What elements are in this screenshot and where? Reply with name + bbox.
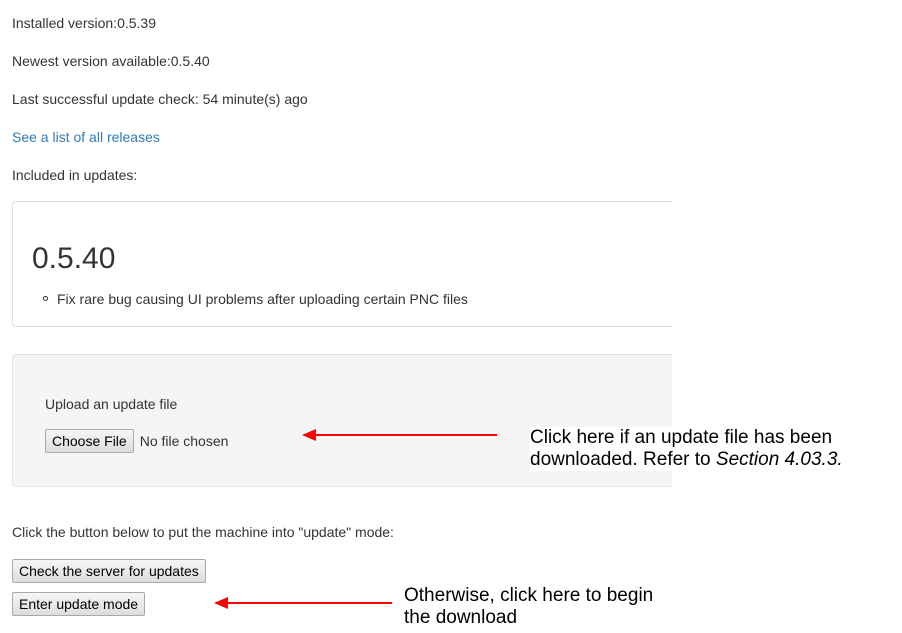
- file-input[interactable]: Choose File No file chosen: [45, 429, 228, 453]
- releases-link[interactable]: See a list of all releases: [12, 128, 160, 146]
- release-panel: 0.5.40 Fix rare bug causing UI problems …: [12, 201, 672, 327]
- enter-mode-annotation: Otherwise, click here to begin the downl…: [404, 585, 744, 629]
- check-server-button[interactable]: Check the server for updates: [12, 559, 206, 583]
- choose-file-button[interactable]: Choose File: [45, 429, 134, 453]
- release-version: 0.5.40: [32, 242, 116, 275]
- enter-mode-annotation-line1: Otherwise, click here to begin: [404, 585, 654, 606]
- newest-version-line: Newest version available:0.5.40: [12, 52, 210, 70]
- left-arrow-icon: [302, 429, 497, 441]
- update-page: Installed version:0.5.39 Newest version …: [0, 0, 902, 633]
- upload-annotation: Click here if an update file has been do…: [530, 427, 902, 471]
- left-arrow-icon: [214, 597, 392, 609]
- included-in-updates-label: Included in updates:: [12, 167, 138, 183]
- upload-annotation-section: Section 4.03.3.: [715, 449, 843, 470]
- file-status-text: No file chosen: [139, 433, 229, 449]
- installed-version-label: Installed version:: [12, 15, 118, 31]
- upload-annotation-line2: downloaded. Refer to Section 4.03.3.: [530, 449, 902, 471]
- enter-mode-annotation-line2: the download: [404, 607, 518, 628]
- newest-version-value: 0.5.40: [170, 53, 210, 69]
- installed-version-line: Installed version:0.5.39: [12, 14, 156, 32]
- release-note-text: Fix rare bug causing UI problems after u…: [57, 291, 468, 307]
- upload-annotation-prefix: downloaded. Refer to: [530, 449, 716, 470]
- release-notes-list: Fix rare bug causing UI problems after u…: [43, 290, 468, 308]
- last-update-check: Last successful update check: 54 minute(…: [12, 91, 308, 107]
- upload-annotation-line1: Click here if an update file has been: [530, 427, 833, 448]
- installed-version-value: 0.5.39: [117, 15, 156, 31]
- circle-bullet-icon: [43, 296, 48, 301]
- newest-version-label: Newest version available:: [12, 53, 171, 69]
- enter-update-mode-button[interactable]: Enter update mode: [12, 592, 146, 616]
- upload-label: Upload an update file: [45, 396, 178, 412]
- update-mode-instruction: Click the button below to put the machin…: [12, 524, 394, 540]
- release-note-item: Fix rare bug causing UI problems after u…: [43, 290, 468, 308]
